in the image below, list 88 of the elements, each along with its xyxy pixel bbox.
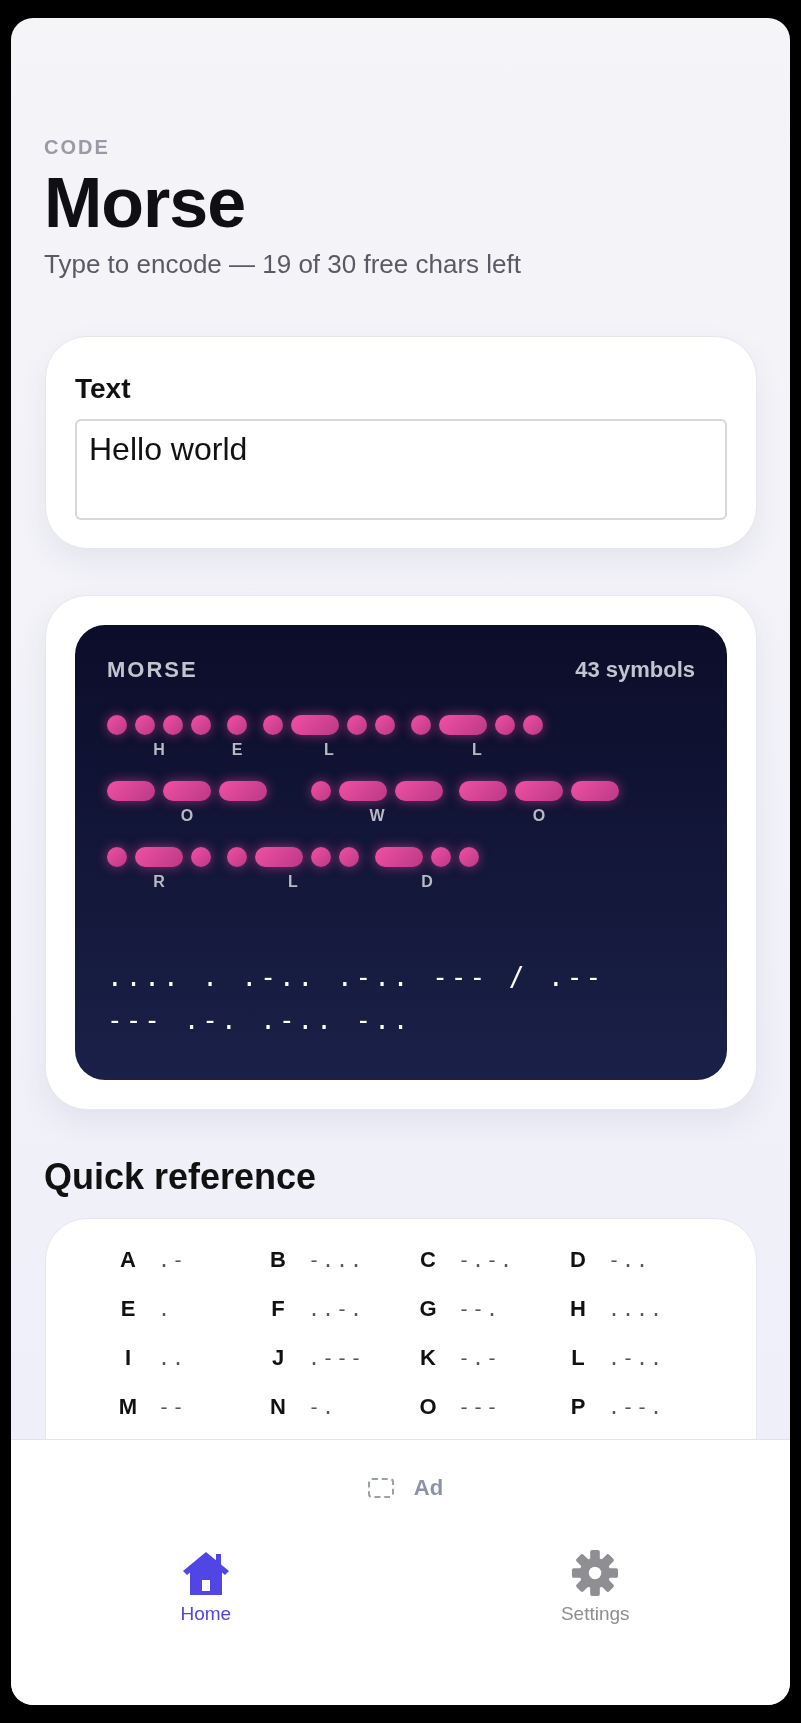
reference-code: .--- — [308, 1345, 365, 1370]
morse-dot — [263, 714, 283, 735]
morse-dash — [163, 780, 211, 801]
reference-letter: H — [569, 1295, 587, 1322]
reference-letter: A — [119, 1246, 137, 1273]
morse-dash — [135, 846, 183, 867]
ad-placeholder-icon — [367, 1477, 394, 1498]
section-heading: Quick reference — [44, 1155, 318, 1198]
reference-code: -.- — [458, 1345, 501, 1370]
reference-code: . — [158, 1296, 173, 1321]
settings-icon — [571, 1549, 620, 1597]
reference-letter: M — [117, 1393, 139, 1420]
ad-label: Ad — [413, 1474, 444, 1501]
morse-dash — [571, 780, 619, 801]
morse-dash — [515, 780, 563, 801]
morse-dot — [411, 714, 431, 735]
morse-dash — [439, 714, 487, 735]
reference-letter: L — [570, 1344, 586, 1371]
morse-dot — [135, 714, 155, 735]
morse-dash — [219, 780, 267, 801]
symbol-count: 43 symbols — [575, 656, 695, 683]
letter-label: L — [324, 740, 334, 759]
morse-dash — [255, 846, 303, 867]
morse-dot — [227, 714, 247, 735]
morse-dot — [191, 714, 211, 735]
morse-dash — [395, 780, 443, 801]
reference-code: -. — [308, 1394, 337, 1419]
morse-dot — [227, 846, 247, 867]
morse-dot — [375, 714, 395, 735]
reference-letter: K — [419, 1344, 437, 1371]
morse-dot — [347, 714, 367, 735]
morse-dot — [311, 846, 331, 867]
panel-label: MORSE — [107, 656, 198, 683]
subtitle: Type to encode — 19 of 30 free chars left — [44, 248, 522, 280]
tab-item[interactable]: Settings — [495, 1549, 696, 1625]
reference-letter: P — [569, 1393, 587, 1420]
letter-label: O — [532, 806, 546, 825]
letter-label: D — [421, 872, 433, 891]
morse-dot — [311, 780, 331, 801]
morse-dash — [107, 780, 155, 801]
reference-code: -- — [158, 1394, 187, 1419]
letter-label: W — [369, 806, 385, 825]
reference-code: ..-. — [308, 1296, 365, 1321]
reference-code: --- — [458, 1394, 501, 1419]
reference-code: --. — [458, 1296, 501, 1321]
morse-dot — [459, 846, 479, 867]
morse-dot — [523, 714, 543, 735]
tab-item[interactable]: Home — [105, 1549, 306, 1625]
morse-dash — [339, 780, 387, 801]
reference-code: .- — [158, 1247, 187, 1272]
reference-code: -.. — [608, 1247, 651, 1272]
reference-code: .. — [158, 1345, 187, 1370]
morse-dot — [495, 714, 515, 735]
reference-code: .--. — [608, 1394, 665, 1419]
morse-dot — [339, 846, 359, 867]
reference-letter: G — [418, 1295, 438, 1322]
reference-letter: C — [419, 1246, 437, 1273]
letter-label: E — [231, 740, 243, 759]
reference-letter: F — [270, 1295, 286, 1322]
morse-dot — [163, 714, 183, 735]
reference-letter: B — [269, 1246, 287, 1273]
reference-letter: J — [270, 1344, 286, 1371]
reference-letter: E — [119, 1295, 137, 1322]
reference-code: -.-. — [458, 1247, 515, 1272]
field-label: Text — [75, 372, 132, 405]
morse-dot — [107, 846, 127, 867]
morse-dot — [107, 714, 127, 735]
morse-dash — [375, 846, 423, 867]
morse-dash — [459, 780, 507, 801]
letter-label: O — [180, 806, 194, 825]
morse-dot — [431, 846, 451, 867]
letter-label: R — [153, 872, 165, 891]
reference-letter: N — [269, 1393, 287, 1420]
reference-code: -... — [308, 1247, 365, 1272]
page-title: Morse — [44, 167, 247, 241]
reference-letter: O — [418, 1393, 438, 1420]
letter-label: L — [472, 740, 482, 759]
eyebrow-label: CODE — [44, 136, 111, 159]
morse-dash — [291, 714, 339, 735]
reference-letter: I — [123, 1344, 133, 1371]
letter-label: L — [288, 872, 298, 891]
morse-text: .... . .-.. .-.. --- / .-- --- .-. .-.. -.. — [107, 960, 606, 1037]
text-input[interactable]: Hello world — [75, 418, 727, 520]
reference-code: .-.. — [608, 1345, 665, 1370]
letter-label: H — [153, 740, 165, 759]
reference-letter: D — [569, 1246, 587, 1273]
reference-code: .... — [608, 1296, 665, 1321]
morse-dot — [191, 846, 211, 867]
